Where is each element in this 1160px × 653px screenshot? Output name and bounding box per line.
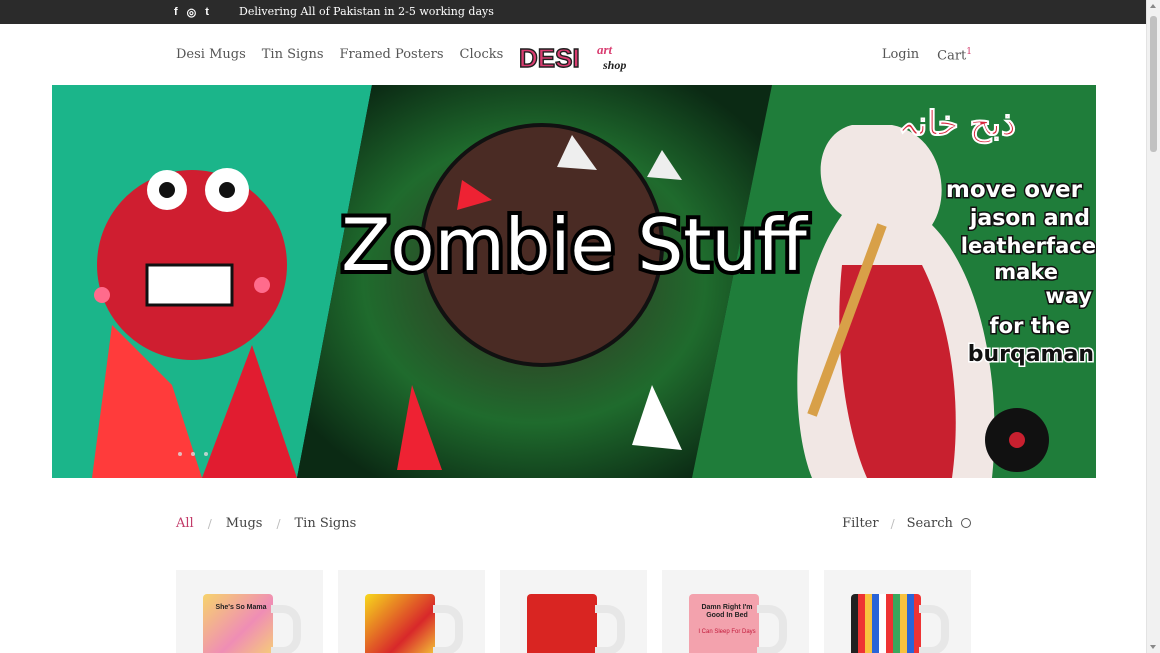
- hero-line-5: way: [1045, 284, 1092, 308]
- logo-graphic: DESI art shop: [518, 42, 626, 74]
- product-card[interactable]: Damn Right I'm Good In Bed I Can Sleep F…: [662, 570, 809, 653]
- svg-text:shop: shop: [602, 58, 626, 72]
- main-nav: Desi Mugs Tin Signs Framed Posters Clock…: [176, 47, 503, 62]
- nav-desi-mugs[interactable]: Desi Mugs: [176, 47, 246, 62]
- product-image: [851, 594, 921, 653]
- product-card[interactable]: [500, 570, 647, 653]
- nav-framed-posters[interactable]: Framed Posters: [340, 47, 444, 62]
- scroll-down-icon[interactable]: [1150, 645, 1156, 649]
- shop-tools: Filter / Search: [842, 516, 971, 531]
- site-logo[interactable]: DESI art shop: [518, 40, 629, 74]
- account-nav: Login Cart1: [882, 47, 972, 63]
- social-links: f ◎ t: [174, 6, 209, 19]
- hero-line-6: for the: [990, 314, 1070, 338]
- product-card[interactable]: She's So Mama: [176, 570, 323, 653]
- scroll-up-icon[interactable]: [1150, 4, 1156, 8]
- search-icon: [961, 518, 971, 528]
- product-image: [689, 594, 759, 653]
- hero-artwork: Zombie Stuff ذبح خانہ move over jason an…: [52, 85, 1096, 478]
- slider-dot-2[interactable]: [191, 452, 195, 456]
- svg-text:art: art: [597, 42, 613, 57]
- top-bar: f ◎ t Delivering All of Pakistan in 2-5 …: [0, 0, 1147, 24]
- filter-mugs[interactable]: Mugs: [226, 516, 263, 531]
- filter-button[interactable]: Filter: [842, 516, 878, 531]
- mug-handle: [271, 605, 301, 653]
- product-card[interactable]: [824, 570, 971, 653]
- hero-line-1: move over: [946, 177, 1083, 203]
- hero-title: Zombie Stuff: [341, 203, 808, 287]
- hero-banner[interactable]: Zombie Stuff ذبح خانہ move over jason an…: [52, 85, 1096, 478]
- mug-handle: [757, 605, 787, 653]
- instagram-icon[interactable]: ◎: [187, 6, 197, 19]
- twitter-icon[interactable]: t: [205, 6, 209, 19]
- category-filters: All / Mugs / Tin Signs: [176, 516, 356, 531]
- filter-separator: /: [207, 516, 212, 531]
- nav-clocks[interactable]: Clocks: [460, 47, 504, 62]
- slider-dot-1[interactable]: [178, 452, 182, 456]
- cart-count: 1: [966, 47, 972, 57]
- slider-dots: [178, 452, 208, 456]
- product-grid: She's So Mama Damn Right I'm Good In Bed…: [176, 570, 971, 653]
- filter-tin-signs[interactable]: Tin Signs: [295, 516, 357, 531]
- nav-tin-signs[interactable]: Tin Signs: [262, 47, 324, 62]
- hero-line-7: burqaman: [968, 342, 1094, 367]
- facebook-icon[interactable]: f: [174, 6, 178, 19]
- product-card[interactable]: [338, 570, 485, 653]
- product-image: [203, 594, 273, 653]
- tools-separator: /: [890, 516, 895, 531]
- mug-handle: [595, 605, 625, 653]
- hero-line-2: jason and: [969, 206, 1090, 231]
- product-image: [365, 594, 435, 653]
- hero-line-3: leatherface: [961, 234, 1096, 258]
- page-scrollbar[interactable]: [1146, 0, 1160, 653]
- product-image: [527, 594, 597, 653]
- filter-all[interactable]: All: [176, 516, 194, 531]
- product-label: Damn Right I'm Good In Bed: [701, 604, 753, 619]
- product-subtitle: I Can Sleep For Days: [698, 629, 756, 635]
- mug-handle: [433, 605, 463, 653]
- delivery-message: Delivering All of Pakistan in 2-5 workin…: [239, 5, 494, 18]
- login-link[interactable]: Login: [882, 47, 919, 63]
- svg-text:DESI: DESI: [519, 43, 580, 72]
- cart-link[interactable]: Cart1: [937, 47, 972, 63]
- hero-urdu-text: ذبح خانہ: [898, 104, 1016, 144]
- product-label: She's So Mama: [215, 604, 267, 611]
- scroll-thumb[interactable]: [1150, 16, 1157, 152]
- mug-handle: [919, 605, 949, 653]
- hero-line-4: make: [994, 260, 1058, 284]
- search-button[interactable]: Search: [907, 516, 971, 531]
- slider-dot-3[interactable]: [204, 452, 208, 456]
- filter-separator: /: [276, 516, 281, 531]
